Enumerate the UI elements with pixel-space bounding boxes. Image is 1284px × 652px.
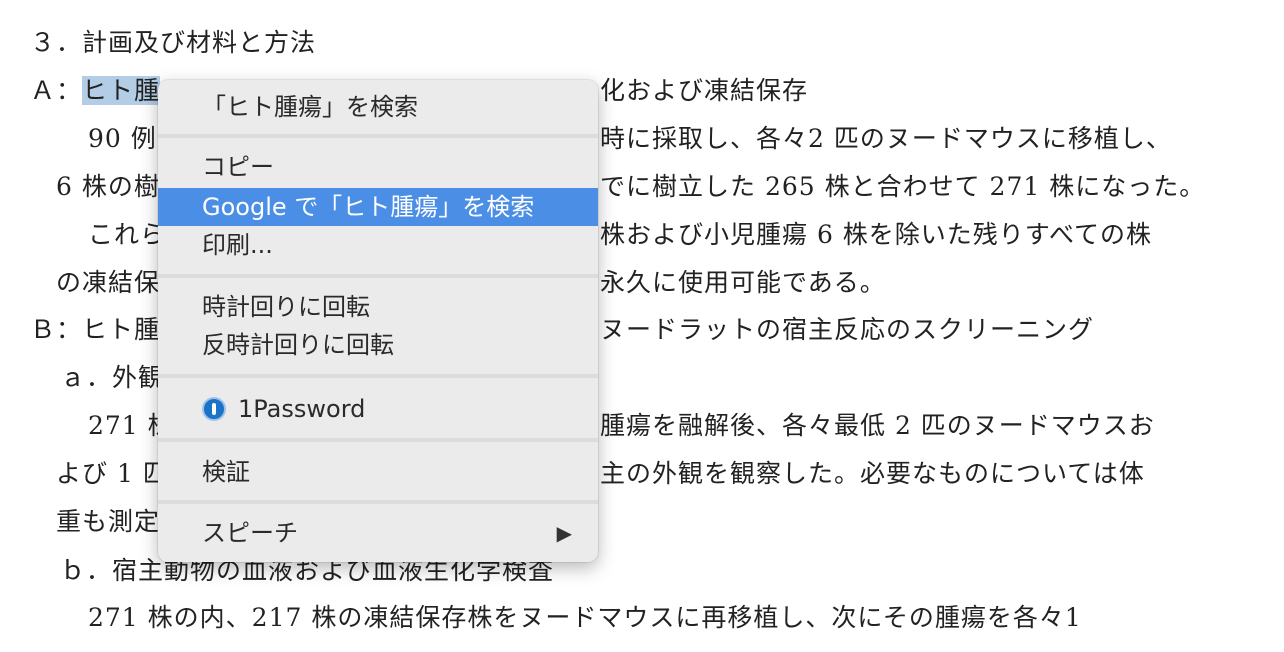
menu-item-search-selection[interactable]: 「ヒト腫瘍」を検索 (158, 88, 598, 126)
doc-line-9: よび 1 匹 (56, 459, 169, 488)
onepassword-icon (202, 397, 226, 421)
menu-separator (158, 374, 598, 378)
menu-item-speech[interactable]: スピーチ ▶ (158, 514, 598, 552)
doc-line-12: 271 株の内、217 株の凍結保存株をヌードマウスに再移植し、次にその腫瘍を各… (88, 603, 1082, 632)
menu-item-1password[interactable]: 1Password (158, 390, 598, 428)
doc-line-2: 90 例 (88, 124, 157, 153)
menu-separator (158, 274, 598, 278)
doc-line-4-rest: 株および小児腫瘍 6 株を除いた残りすべての株 (600, 220, 1153, 249)
menu-separator (158, 500, 598, 504)
menu-item-inspect[interactable]: 検証 (158, 453, 598, 491)
menu-separator (158, 438, 598, 442)
doc-line-2-rest: 時に採取し、各々2 匹のヌードマウスに移植し、 (600, 124, 1172, 153)
menu-item-print[interactable]: 印刷... (158, 226, 598, 264)
doc-line-a: Ａ：ヒト腫 (30, 76, 161, 106)
menu-item-google-search[interactable]: Google で「ヒト腫瘍」を検索 (158, 188, 598, 226)
menu-item-speech-label: スピーチ (202, 519, 298, 547)
doc-line-a-rest: 化および凍結保存 (600, 76, 809, 105)
menu-item-rotate-cw[interactable]: 時計回りに回転 (158, 288, 598, 326)
doc-line-6-rest: ヌードラットの宿主反応のスクリーニング (600, 315, 1095, 344)
doc-line-9-rest: 主の外観を観察した。必要なものについては体 (600, 459, 1145, 488)
doc-line-8-rest: 腫瘍を融解後、各々最低 2 匹のヌードマウスお (600, 411, 1155, 440)
selected-text[interactable]: ヒト腫 (82, 76, 161, 105)
submenu-arrow-icon: ▶ (556, 521, 572, 545)
menu-item-copy[interactable]: コピー (158, 148, 598, 186)
doc-line-5-rest: 永久に使用可能である。 (600, 268, 886, 297)
doc-line-6: Ｂ：ヒト腫 (30, 315, 161, 344)
doc-line-10: 重も測定 (56, 507, 161, 536)
line-a-prefix: Ａ： (30, 76, 83, 105)
context-menu: 「ヒト腫瘍」を検索 コピー Google で「ヒト腫瘍」を検索 印刷... 時計… (158, 80, 598, 562)
doc-line-3: 6 株の樹 (56, 172, 160, 201)
doc-line-4: これら (88, 220, 167, 249)
doc-line-3-rest: でに樹立した 265 株と合わせて 271 株になった。 (600, 172, 1206, 201)
doc-line-7: ａ．外観 (60, 363, 165, 392)
doc-line-5: の凍結保 (56, 268, 161, 297)
menu-separator (158, 134, 598, 138)
section-heading: ３．計画及び材料と方法 (30, 28, 317, 57)
menu-item-1password-label: 1Password (238, 395, 366, 423)
menu-item-rotate-ccw[interactable]: 反時計回りに回転 (158, 326, 598, 364)
